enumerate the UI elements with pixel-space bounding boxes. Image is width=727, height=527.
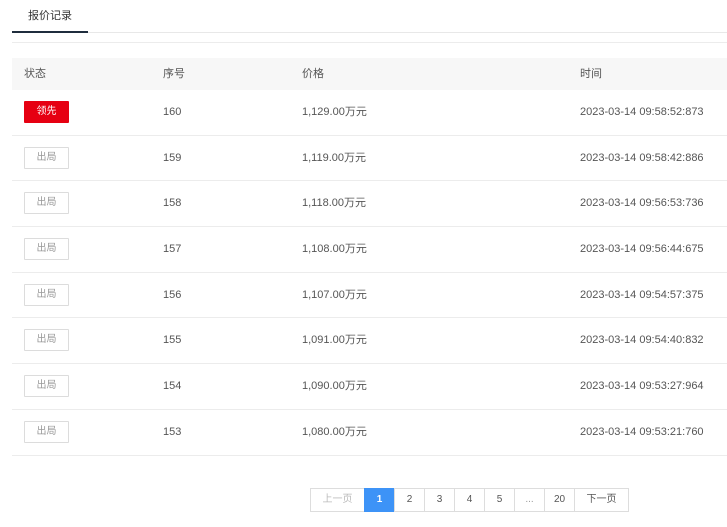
seq-cell: 153: [163, 425, 182, 438]
status-badge: 出局: [24, 375, 69, 398]
divider: [12, 42, 727, 43]
seq-cell: 154: [163, 380, 182, 393]
seq-cell: 160: [163, 106, 182, 118]
time-cell: 2023-03-14 09:53:27:964: [580, 380, 704, 393]
time-cell: 2023-03-14 09:53:21:760: [580, 425, 704, 438]
price-cell: 1,080.00万元: [302, 425, 367, 438]
table-row: 出局 159 1,119.00万元 2023-03-14 09:58:42:88…: [12, 136, 727, 182]
table-header: 状态 序号 价格 时间: [12, 58, 727, 90]
time-cell: 2023-03-14 09:54:57:375: [580, 288, 704, 301]
table-row: 出局 158 1,118.00万元 2023-03-14 09:56:53:73…: [12, 181, 727, 228]
prev-page-button[interactable]: 上一页: [310, 488, 365, 512]
price-cell: 1,090.00万元: [302, 380, 367, 393]
status-badge: 出局: [24, 329, 69, 352]
tab-bid-records[interactable]: 报价记录: [12, 0, 88, 33]
time-cell: 2023-03-14 09:56:44:675: [580, 243, 704, 256]
price-cell: 1,129.00万元: [302, 106, 367, 118]
status-badge: 出局: [24, 146, 69, 169]
header-seq: 序号: [163, 68, 185, 80]
seq-cell: 158: [163, 197, 182, 210]
page-button-1[interactable]: 1: [364, 488, 395, 512]
page-button-5[interactable]: 5: [484, 488, 515, 512]
next-page-button[interactable]: 下一页: [574, 488, 629, 512]
price-cell: 1,118.00万元: [302, 197, 367, 210]
table-row: 出局 156 1,107.00万元 2023-03-14 09:54:57:37…: [12, 273, 727, 319]
time-cell: 2023-03-14 09:58:42:886: [580, 151, 704, 164]
status-badge: 出局: [24, 283, 69, 306]
price-cell: 1,119.00万元: [302, 151, 367, 164]
status-badge: 出局: [24, 420, 69, 443]
page-button-3[interactable]: 3: [424, 488, 455, 512]
table-row: 出局 153 1,080.00万元 2023-03-14 09:53:21:76…: [12, 410, 727, 456]
time-cell: 2023-03-14 09:56:53:736: [580, 197, 704, 210]
tab-bar: 报价记录: [12, 0, 727, 33]
table-row: 出局 157 1,108.00万元 2023-03-14 09:56:44:67…: [12, 227, 727, 273]
price-cell: 1,108.00万元: [302, 243, 367, 256]
time-cell: 2023-03-14 09:58:52:873: [580, 106, 704, 118]
seq-cell: 155: [163, 334, 182, 347]
header-status: 状态: [24, 68, 46, 80]
pagination: 上一页 1 2 3 4 5 ... 20 下一页: [310, 488, 629, 512]
status-badge: 领先: [24, 101, 69, 123]
price-cell: 1,107.00万元: [302, 288, 367, 301]
seq-cell: 156: [163, 288, 182, 301]
table-row: 领先 160 1,129.00万元 2023-03-14 09:58:52:87…: [12, 90, 727, 136]
status-badge: 出局: [24, 238, 69, 261]
price-cell: 1,091.00万元: [302, 334, 367, 347]
table-row: 出局 154 1,090.00万元 2023-03-14 09:53:27:96…: [12, 364, 727, 410]
page-button-2[interactable]: 2: [394, 488, 425, 512]
page-ellipsis: ...: [514, 488, 545, 512]
seq-cell: 157: [163, 243, 182, 256]
header-time: 时间: [580, 68, 602, 80]
time-cell: 2023-03-14 09:54:40:832: [580, 334, 704, 347]
page-button-4[interactable]: 4: [454, 488, 485, 512]
seq-cell: 159: [163, 151, 182, 164]
page-button-20[interactable]: 20: [544, 488, 575, 512]
header-price: 价格: [302, 68, 324, 80]
status-badge: 出局: [24, 192, 69, 215]
bid-table: 状态 序号 价格 时间 领先 160 1,129.00万元 2023-03-14…: [12, 58, 727, 456]
table-row: 出局 155 1,091.00万元 2023-03-14 09:54:40:83…: [12, 318, 727, 365]
